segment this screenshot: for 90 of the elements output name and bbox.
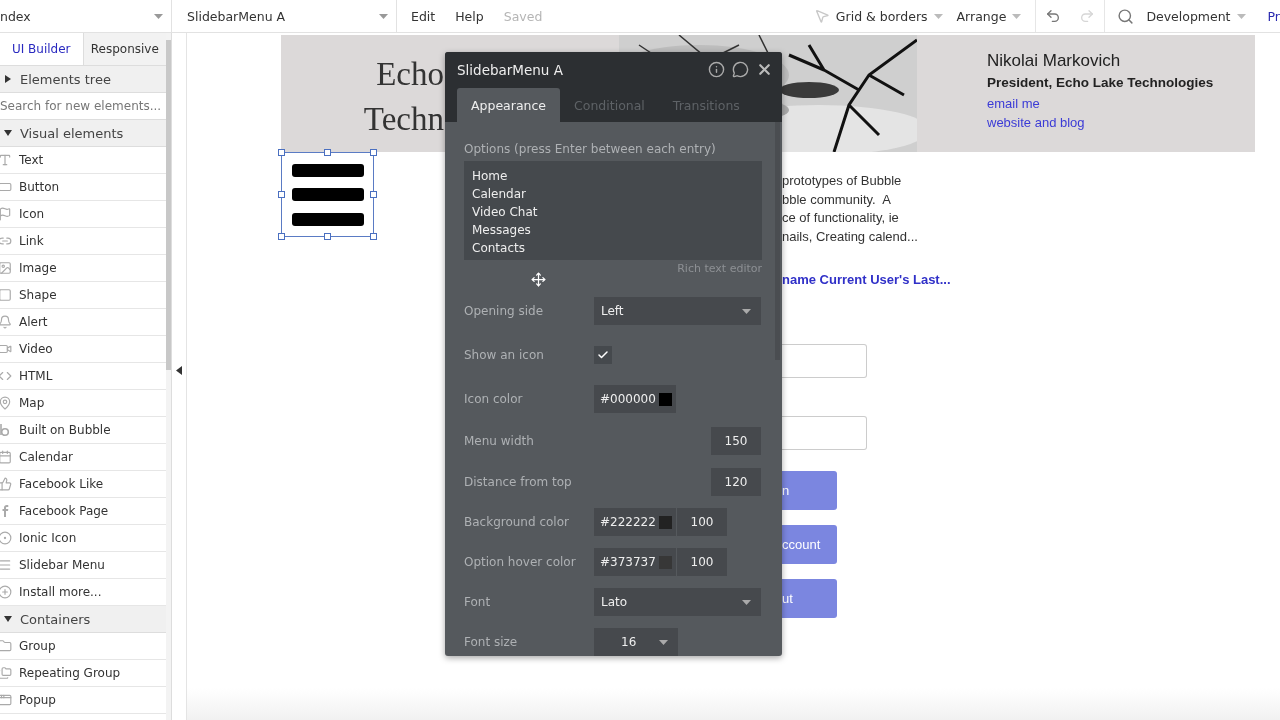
menu-icon	[0, 558, 12, 572]
number-field[interactable]: 150	[711, 427, 761, 455]
move-cursor-icon	[531, 272, 546, 287]
text-icon	[0, 153, 12, 167]
menu-item[interactable]: Help	[455, 8, 484, 24]
button-icon	[0, 180, 12, 194]
body-text-line: ce of functionality, ie	[782, 209, 900, 228]
flag-icon	[0, 207, 12, 221]
caret-icon	[154, 13, 163, 19]
color-field[interactable]: #000000	[594, 385, 676, 413]
page-title: Techn	[363, 100, 444, 139]
body-text-line: bble community. A	[782, 190, 892, 209]
thumbs-up-icon	[0, 477, 12, 491]
section-header[interactable]: Visual elements	[0, 120, 167, 147]
resize-handle[interactable]	[278, 149, 285, 156]
profile-name: Nikolai Markovich	[987, 51, 1122, 71]
window-icon	[0, 693, 12, 707]
image-icon	[0, 261, 12, 275]
field-label: Font size	[464, 635, 519, 649]
dropdown[interactable]: 16	[594, 628, 678, 656]
field-label: Options (press Enter between each entry)	[464, 142, 717, 156]
field-label: Icon color	[464, 392, 524, 406]
caret-icon	[742, 599, 751, 605]
number-field[interactable]: 120	[711, 468, 761, 496]
dropdown[interactable]: Left	[594, 297, 761, 325]
collapse-icon[interactable]	[176, 366, 182, 375]
resize-handle[interactable]	[370, 191, 377, 198]
map-pin-icon	[0, 396, 12, 410]
version-dropdown[interactable]: Development	[1146, 8, 1246, 24]
video-icon	[0, 342, 12, 356]
field-label: Opening side	[464, 304, 544, 318]
profile-link[interactable]: email me	[987, 94, 1255, 113]
panel-title: SlidebarMenu A	[457, 61, 564, 78]
folders-icon	[0, 666, 12, 680]
field-label: Show an icon	[464, 348, 545, 362]
bell-icon	[0, 315, 12, 329]
sidebar-tab[interactable]: Responsive	[82, 33, 167, 65]
resize-handle[interactable]	[324, 233, 331, 240]
hamburger-icon	[291, 163, 364, 226]
caret-icon	[1012, 13, 1022, 19]
resize-handle[interactable]	[278, 233, 285, 240]
body-text-line: prototypes of Bubble	[782, 172, 903, 190]
page-dropdown[interactable]: ndex	[0, 0, 172, 32]
panel-tab[interactable]: Appearance	[457, 88, 561, 122]
link-icon	[0, 234, 12, 248]
resize-handle[interactable]	[278, 191, 285, 198]
section-header[interactable]: Containers	[0, 606, 167, 633]
body-text-line: nails, Creating calend...	[782, 227, 919, 246]
dynamic-link[interactable]: name Current User's Last...	[782, 272, 951, 288]
search-icon[interactable]	[1117, 7, 1135, 25]
element-dropdown[interactable]: SlidebarMenu A	[172, 0, 397, 32]
letter-b-icon	[0, 423, 12, 437]
menu-item[interactable]: Edit	[411, 8, 436, 24]
resize-handle[interactable]	[324, 149, 331, 156]
caret-icon	[933, 13, 943, 19]
profile-role: President, Echo Lake Technologies	[987, 75, 1215, 90]
opacity-field[interactable]: 100	[677, 508, 727, 536]
section-header[interactable]: Elements tree	[0, 66, 167, 93]
code-icon	[0, 369, 12, 383]
field-label: Font	[464, 595, 492, 609]
field-label: Background color	[464, 515, 570, 529]
save-status: Saved	[503, 8, 543, 24]
undo-icon[interactable]	[1045, 8, 1062, 24]
toolbar-menu[interactable]: Arrange	[956, 8, 1022, 24]
comment-icon[interactable]	[732, 61, 749, 78]
close-icon[interactable]	[756, 61, 773, 78]
field-label: Menu width	[464, 434, 535, 448]
resize-handle[interactable]	[370, 149, 377, 156]
info-icon[interactable]	[708, 61, 725, 78]
resize-handle[interactable]	[370, 233, 377, 240]
caret-icon	[1236, 13, 1246, 19]
checkbox[interactable]	[594, 346, 612, 364]
page-title: Echo	[376, 55, 444, 94]
toolbar-menu[interactable]: Grid & borders	[835, 8, 943, 24]
caret-icon	[659, 639, 668, 645]
dropdown[interactable]: Lato	[594, 588, 761, 616]
color-field[interactable]: #373737	[594, 548, 676, 576]
preview-link[interactable]: Pr	[1267, 8, 1280, 24]
opacity-field[interactable]: 100	[677, 548, 727, 576]
calendar-icon	[0, 450, 12, 464]
folder-icon	[0, 639, 12, 653]
field-label: Option hover color	[464, 555, 577, 569]
options-textarea[interactable]: Home Calendar Video Chat Messages Contacts	[464, 161, 762, 260]
field-label: Distance from top	[464, 475, 573, 489]
profile-link[interactable]: website and blog	[987, 113, 1255, 132]
color-field[interactable]: #222222	[594, 508, 676, 536]
selection-frame[interactable]	[281, 152, 374, 237]
caret-icon	[379, 13, 388, 19]
check-icon	[597, 349, 609, 361]
caret-icon	[742, 308, 751, 314]
